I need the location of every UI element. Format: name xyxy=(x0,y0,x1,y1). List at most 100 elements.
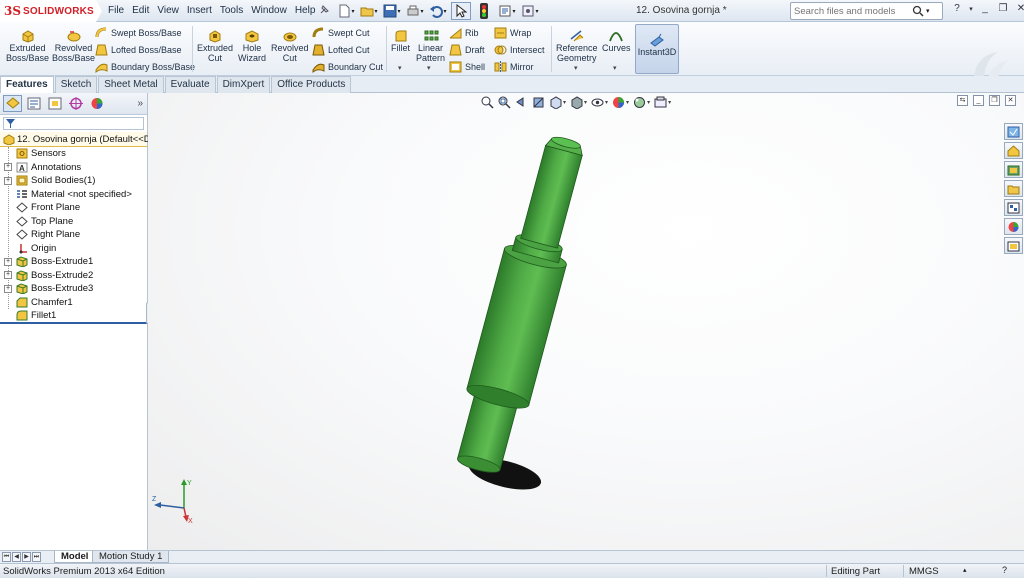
search-box[interactable]: ▾ xyxy=(790,2,943,20)
tree-item[interactable]: + A Annotations xyxy=(0,161,147,175)
search-input[interactable] xyxy=(794,5,912,17)
shaft-model[interactable] xyxy=(148,93,1024,550)
reference-geometry-dropdown-icon[interactable]: ▾ xyxy=(574,64,578,72)
tab-sheet-metal[interactable]: Sheet Metal xyxy=(98,76,164,93)
zoom-to-fit-button[interactable] xyxy=(480,95,494,109)
tree-item[interactable]: Fillet1 xyxy=(0,309,147,323)
edit-appearance-button[interactable] xyxy=(611,95,625,109)
pin-menu-icon[interactable] xyxy=(318,4,330,16)
property-manager-tab[interactable] xyxy=(24,95,43,112)
feature-manager-tab[interactable] xyxy=(3,95,22,112)
last-tab-icon[interactable]: ⏭ xyxy=(32,552,41,562)
search-icon[interactable] xyxy=(912,5,924,17)
hide-show-dropdown-icon[interactable]: ▾ xyxy=(605,99,608,106)
mirror-button[interactable]: Mirror xyxy=(494,61,534,73)
tree-item[interactable]: Chamfer1 xyxy=(0,296,147,310)
tree-item[interactable]: Origin xyxy=(0,242,147,256)
wrap-button[interactable]: Wrap xyxy=(494,27,531,39)
previous-view-button[interactable] xyxy=(514,95,528,109)
rebuild-button[interactable] xyxy=(474,2,494,20)
tree-item[interactable]: + Boss-Extrude2 xyxy=(0,269,147,283)
revolved-boss-button[interactable]: Revolved Boss/Base xyxy=(52,29,95,63)
hole-wizard-button[interactable]: Hole Wizard xyxy=(238,29,266,63)
tab-motion-study-1[interactable]: Motion Study 1 xyxy=(92,551,170,563)
menu-edit[interactable]: Edit xyxy=(128,4,153,17)
first-tab-icon[interactable]: ⏮ xyxy=(2,552,11,562)
restore-icon[interactable]: ❐ xyxy=(996,3,1010,14)
menu-window[interactable]: Window xyxy=(247,4,291,17)
lofted-cut-button[interactable]: Lofted Cut xyxy=(312,44,370,56)
units-dropdown-icon[interactable]: ▴ xyxy=(963,566,967,574)
intersect-button[interactable]: Intersect xyxy=(494,44,545,56)
display-style-dropdown-icon[interactable]: ▾ xyxy=(584,99,587,106)
viewport-split-icon[interactable]: ⇆ xyxy=(957,95,968,106)
menu-file[interactable]: File xyxy=(104,4,128,17)
solidworks-resources-tab[interactable] xyxy=(1004,123,1023,140)
shell-button[interactable]: Shell xyxy=(449,61,485,73)
tab-sketch[interactable]: Sketch xyxy=(54,76,98,93)
close-icon[interactable]: ✕ xyxy=(1014,3,1024,14)
save-button[interactable]: ▾ xyxy=(382,2,402,20)
expand-icon[interactable]: + xyxy=(4,284,12,293)
reference-geometry-button[interactable]: Reference Geometry xyxy=(556,29,598,63)
viewport-close-icon[interactable]: ✕ xyxy=(1005,95,1016,106)
zoom-to-area-button[interactable] xyxy=(497,95,511,109)
display-manager-tab[interactable] xyxy=(87,95,106,112)
configuration-manager-tab[interactable] xyxy=(45,95,64,112)
tab-dimxpert[interactable]: DimXpert xyxy=(216,76,271,93)
more-tabs-icon[interactable]: » xyxy=(137,98,143,109)
tree-filter[interactable] xyxy=(3,117,144,130)
print-button[interactable]: ▾ xyxy=(405,2,425,20)
swept-cut-button[interactable]: Swept Cut xyxy=(312,27,370,39)
view-palette-tab[interactable] xyxy=(1004,199,1023,216)
next-tab-icon[interactable]: ▶ xyxy=(22,552,31,562)
instant3d-button[interactable]: Instant3D xyxy=(635,24,679,74)
revolved-cut-button[interactable]: Revolved Cut xyxy=(271,29,309,63)
view-palette-folder-tab[interactable] xyxy=(1004,180,1023,197)
fillet-button[interactable]: Fillet xyxy=(391,29,410,54)
extruded-boss-button[interactable]: Extruded Boss/Base xyxy=(6,29,49,63)
file-properties-button[interactable]: ▾ xyxy=(497,2,517,20)
boundary-boss-button[interactable]: Boundary Boss/Base xyxy=(95,61,195,73)
rollback-bar[interactable] xyxy=(0,322,148,324)
appearance-dropdown-icon[interactable]: ▾ xyxy=(626,99,629,106)
new-document-button[interactable]: ▾ xyxy=(336,2,356,20)
minimize-icon[interactable]: _ xyxy=(978,3,992,14)
tab-features[interactable]: Features xyxy=(0,76,54,93)
view-orientation-dropdown-icon[interactable]: ▾ xyxy=(563,99,566,106)
undo-button[interactable]: ▾ xyxy=(428,2,448,20)
menu-insert[interactable]: Insert xyxy=(183,4,216,17)
tab-evaluate[interactable]: Evaluate xyxy=(164,76,216,93)
help-dropdown-icon[interactable]: ▾ xyxy=(968,5,974,13)
viewport-minimize-icon[interactable]: _ xyxy=(973,95,984,106)
menu-help[interactable]: Help xyxy=(291,4,320,17)
curves-button[interactable]: Curves xyxy=(602,29,631,54)
options-button[interactable]: ▾ xyxy=(520,2,540,20)
extruded-cut-button[interactable]: Extruded Cut xyxy=(197,29,233,63)
fillet-dropdown-icon[interactable]: ▾ xyxy=(398,64,402,72)
appearances-scenes-tab[interactable] xyxy=(1004,218,1023,235)
expand-icon[interactable]: + xyxy=(4,163,12,172)
custom-properties-tab[interactable] xyxy=(1004,237,1023,254)
menu-view[interactable]: View xyxy=(153,4,183,17)
open-button[interactable]: ▾ xyxy=(359,2,379,20)
select-button[interactable] xyxy=(451,2,471,20)
curves-dropdown-icon[interactable]: ▾ xyxy=(613,64,617,72)
expand-icon[interactable]: + xyxy=(4,257,12,266)
part-root[interactable]: 12. Osovina gornja (Default<<D xyxy=(0,132,151,147)
units-selector[interactable]: MMGS xyxy=(909,566,939,577)
apply-scene-button[interactable] xyxy=(632,95,646,109)
tree-item[interactable]: + Boss-Extrude3 xyxy=(0,282,147,296)
design-library-tab[interactable] xyxy=(1004,142,1023,159)
view-settings-button[interactable] xyxy=(653,95,667,109)
tree-item[interactable]: Top Plane xyxy=(0,215,147,229)
graphics-area[interactable]: ▾ ▾ ▾ ▾ ▾ ▾ ⇆ _ ❐ ✕ Y Z X xyxy=(148,93,1024,550)
swept-boss-button[interactable]: Swept Boss/Base xyxy=(95,27,182,39)
expand-icon[interactable]: + xyxy=(4,176,12,185)
boundary-cut-button[interactable]: Boundary Cut xyxy=(312,61,383,73)
linear-pattern-button[interactable]: Linear Pattern xyxy=(416,29,445,63)
section-view-button[interactable] xyxy=(531,95,545,109)
tab-office-products[interactable]: Office Products xyxy=(271,76,352,93)
pattern-dropdown-icon[interactable]: ▾ xyxy=(427,64,431,72)
display-style-button[interactable] xyxy=(569,95,583,109)
